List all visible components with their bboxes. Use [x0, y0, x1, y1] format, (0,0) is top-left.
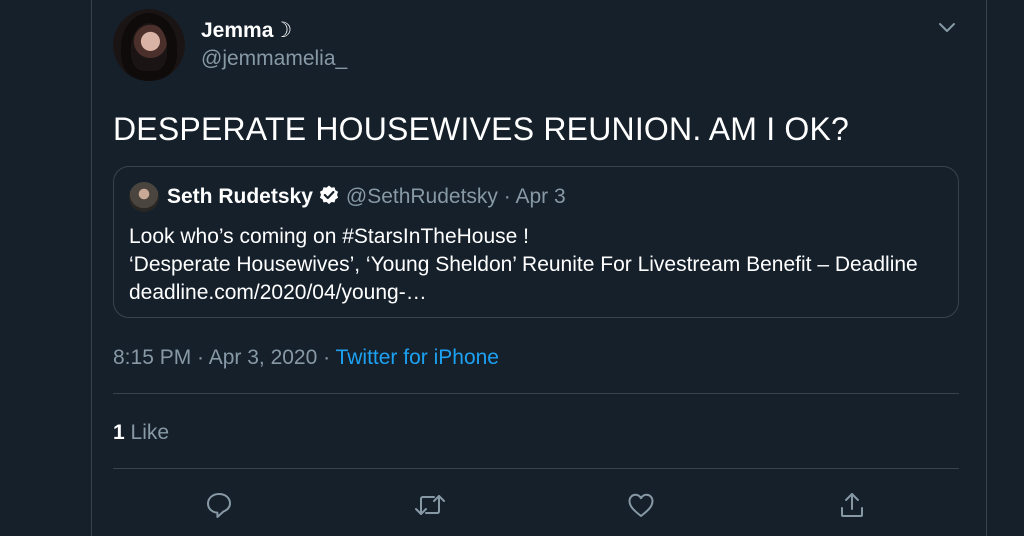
- quoted-display-name[interactable]: Seth Rudetsky: [167, 185, 313, 208]
- author-handle[interactable]: @jemmamelia_: [201, 47, 347, 71]
- likes-label: Like: [124, 421, 170, 444]
- heart-icon: [626, 490, 656, 520]
- source-link[interactable]: Twitter for iPhone: [336, 346, 499, 369]
- chevron-down-icon[interactable]: [937, 20, 957, 36]
- quoted-avatar[interactable]: [129, 182, 159, 212]
- quoted-text-line: Look who’s coming on #StarsInTheHouse !: [129, 225, 530, 248]
- retweet-icon: [413, 490, 447, 520]
- divider: [113, 468, 959, 469]
- likes-count[interactable]: 1 Like: [113, 421, 169, 445]
- avatar[interactable]: [113, 9, 185, 81]
- likes-number: 1: [113, 421, 125, 444]
- timestamp-text[interactable]: 8:15 PM · Apr 3, 2020 ·: [113, 346, 336, 369]
- retweet-button[interactable]: [413, 488, 447, 522]
- quoted-handle: @SethRudetsky: [345, 185, 498, 208]
- author-display-name[interactable]: Jemma☽: [201, 18, 292, 43]
- quoted-text: Look who’s coming on #StarsInTheHouse ! …: [129, 223, 918, 307]
- share-icon: [837, 490, 867, 520]
- reply-icon: [204, 490, 234, 520]
- quoted-separator: ·: [503, 185, 511, 208]
- quoted-text-line: ‘Desperate Housewives’, ‘Young Sheldon’ …: [129, 253, 918, 276]
- quoted-tweet-card[interactable]: Seth Rudetsky @SethRudetsky · Apr 3 Look…: [113, 166, 959, 318]
- quoted-date[interactable]: Apr 3: [515, 185, 565, 208]
- verified-badge-icon: [318, 184, 340, 206]
- quoted-link[interactable]: deadline.com/2020/04/young-…: [129, 279, 918, 307]
- reply-button[interactable]: [202, 488, 236, 522]
- tweet-text: DESPERATE HOUSEWIVES REUNION. AM I OK?: [113, 111, 850, 147]
- share-button[interactable]: [835, 488, 869, 522]
- divider: [113, 393, 959, 394]
- tweet-timestamp: 8:15 PM · Apr 3, 2020 · Twitter for iPho…: [113, 346, 499, 370]
- quoted-header: Seth Rudetsky @SethRudetsky · Apr 3: [167, 184, 566, 209]
- like-button[interactable]: [624, 488, 658, 522]
